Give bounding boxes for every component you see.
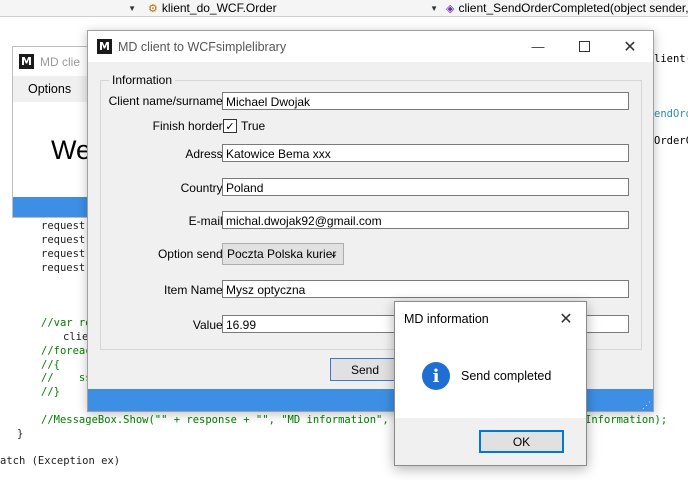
class-member-icon: ⚙: [148, 2, 158, 15]
minimize-button[interactable]: —: [515, 31, 561, 62]
code-line: atch (Exception ex): [0, 455, 121, 467]
chevron-down-icon: ▼: [430, 3, 438, 13]
md-logo-icon: M: [97, 39, 112, 54]
background-window-title: MD clie: [40, 54, 81, 69]
client-name-input[interactable]: Michael Dwojak: [222, 92, 629, 110]
editor-member-dropdown[interactable]: ⚙ klient_do_WCF.Order ▼: [148, 0, 438, 16]
maximize-icon: [578, 41, 590, 52]
finish-order-checkbox-label: True: [241, 119, 266, 133]
editor-method-label: client_SendOrderCompleted(object sender,: [458, 1, 688, 15]
send-button[interactable]: Send: [330, 358, 400, 381]
code-fragment: endOrde: [654, 108, 688, 120]
option-send-value: Poczta Polska kurier: [227, 247, 337, 261]
groupbox-title: Information: [109, 73, 176, 87]
email-label: E-mail:: [188, 214, 226, 228]
background-window-titlebar[interactable]: M MD clie: [13, 47, 93, 76]
email-input[interactable]: michal.dwojak92@gmail.com: [222, 211, 629, 229]
editor-method-dropdown[interactable]: ◈ client_SendOrderCompleted(object sende…: [446, 0, 688, 16]
md-logo-icon: M: [19, 54, 34, 69]
main-window-titlebar[interactable]: M MD client to WCFsimplelibrary — ✕: [88, 31, 653, 62]
code-line: //{: [41, 359, 60, 371]
code-line: }: [17, 428, 24, 440]
editor-member-label: klient_do_WCF.Order: [161, 1, 277, 15]
code-line: Information);: [585, 414, 668, 426]
method-icon: ◈: [446, 2, 455, 15]
background-menu-bar: Options: [13, 76, 93, 102]
finish-order-checkbox[interactable]: ✓: [223, 119, 237, 133]
menu-options[interactable]: Options: [28, 82, 71, 96]
info-icon: i: [422, 362, 450, 390]
dialog-title: MD information: [404, 312, 489, 326]
code-line: //var re: [41, 317, 92, 329]
welcome-text: We: [51, 135, 92, 165]
close-icon: ✕: [559, 310, 573, 328]
country-label: Country:: [180, 181, 226, 195]
item-name-label: Item Name:: [163, 283, 226, 297]
code-line: request.: [41, 248, 92, 260]
message-dialog[interactable]: MD information ✕ i Send completed OK: [394, 301, 587, 466]
code-line: request.: [41, 262, 92, 274]
resize-grip-icon[interactable]: ⋰: [642, 401, 651, 410]
close-button[interactable]: ✕: [607, 31, 653, 62]
code-line: // ss: [41, 372, 92, 384]
code-line: request.: [41, 220, 92, 232]
minimize-icon: —: [531, 39, 545, 54]
ok-button[interactable]: OK: [479, 430, 564, 453]
close-icon: ✕: [623, 38, 637, 56]
dialog-message: Send completed: [461, 369, 552, 383]
editor-navigation-bar: ▼ ⚙ klient_do_WCF.Order ▼ ◈ client_SendO…: [0, 0, 688, 17]
chevron-down-icon: ▼: [128, 3, 136, 13]
code-fragment: lient(e: [654, 53, 688, 65]
code-line: //MessageBox.Show("" + response + "", "M…: [41, 414, 421, 426]
background-status-bar: [13, 197, 93, 217]
code-line: clie: [63, 331, 89, 343]
background-app-window[interactable]: M MD clie Options We: [12, 46, 94, 218]
maximize-button[interactable]: [561, 31, 607, 62]
code-line: //foreac: [41, 345, 92, 357]
dialog-close-button[interactable]: ✕: [547, 302, 585, 335]
address-input[interactable]: Katowice Bema xxx: [222, 144, 629, 162]
option-send-label: Option send:: [157, 247, 226, 261]
checkmark-icon: ✓: [225, 120, 235, 133]
dialog-body: i Send completed: [395, 335, 586, 418]
country-input[interactable]: Poland: [222, 178, 629, 196]
chevron-down-icon: ⌄: [329, 248, 338, 260]
main-window-title: MD client to WCFsimplelibrary: [118, 40, 287, 54]
value-label: Value:: [192, 318, 226, 332]
code-line: request.: [41, 234, 92, 246]
code-line: //}: [41, 386, 60, 398]
client-name-label: Client name/surname:: [108, 94, 226, 108]
code-fragment: OrderCo: [654, 135, 688, 147]
address-label: Adress:: [185, 147, 226, 161]
finish-order-label: Finish horder:: [152, 119, 226, 133]
editor-type-dropdown[interactable]: ▼: [0, 0, 140, 16]
option-send-dropdown[interactable]: Poczta Polska kurier ⌄: [222, 243, 344, 265]
dialog-titlebar[interactable]: MD information ✕: [395, 302, 586, 335]
item-name-input[interactable]: Mysz optyczna: [222, 280, 629, 298]
